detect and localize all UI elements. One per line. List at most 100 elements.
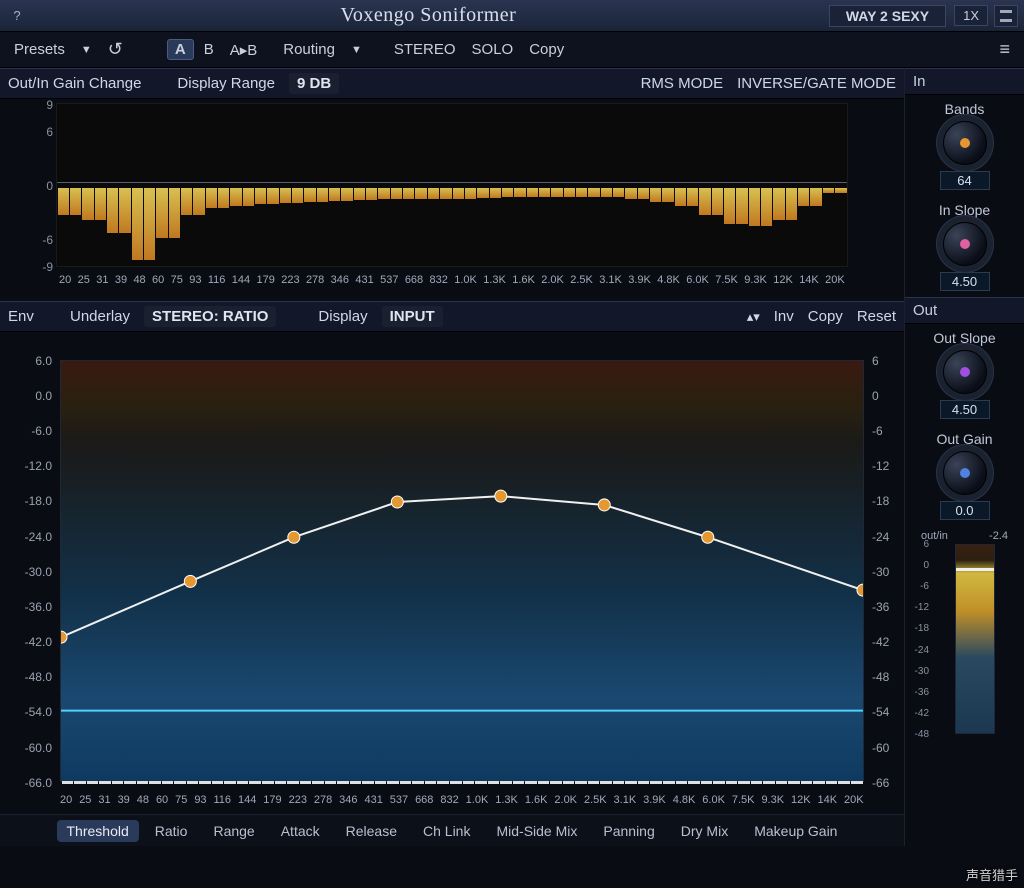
underlay-label: Underlay: [70, 308, 130, 325]
axis-tick: -36: [909, 687, 929, 698]
bands-knob[interactable]: [943, 121, 987, 165]
param-tab-makeup-gain[interactable]: Makeup Gain: [744, 820, 847, 842]
in-slope-label: In Slope: [905, 202, 1024, 218]
axis-tick: -18: [909, 623, 929, 634]
rms-mode-button[interactable]: RMS MODE: [641, 75, 724, 92]
axis-tick: 9.3K: [761, 794, 784, 806]
outin-value: -2.4: [989, 530, 1008, 542]
hamburger-icon[interactable]: ≡: [993, 37, 1016, 62]
axis-tick: 48: [133, 274, 145, 286]
out-gain-value[interactable]: 0.0: [940, 501, 990, 520]
preset-name[interactable]: WAY 2 SEXY: [829, 5, 946, 27]
solo-button[interactable]: SOLO: [466, 39, 520, 60]
env-copy-button[interactable]: Copy: [808, 308, 843, 325]
out-gain-knob[interactable]: [943, 451, 987, 495]
slot-b-button[interactable]: B: [198, 39, 220, 60]
axis-tick: 6: [872, 354, 904, 368]
inv-button[interactable]: Inv: [774, 308, 794, 325]
presets-menu[interactable]: Presets: [8, 39, 71, 60]
out-slope-value[interactable]: 4.50: [940, 400, 990, 419]
axis-tick: 31: [98, 794, 110, 806]
param-tab-release[interactable]: Release: [336, 820, 407, 842]
axis-tick: 6: [909, 539, 929, 550]
envelope-section: 6.00.0-6.0-12.0-18.0-24.0-30.0-36.0-42.0…: [0, 332, 904, 814]
axis-tick: 116: [208, 274, 226, 286]
stereo-button[interactable]: STEREO: [388, 39, 462, 60]
bands-knob-group: Bands 64: [905, 95, 1024, 196]
updown-icon[interactable]: ▴▾: [747, 309, 760, 325]
param-tab-threshold[interactable]: Threshold: [57, 820, 139, 842]
axis-tick: -36.0: [20, 600, 52, 614]
main-toolbar: Presets ▼ ↺ A B A▸B Routing ▼ STEREO SOL…: [0, 32, 1024, 68]
underlay-value[interactable]: STEREO: RATIO: [144, 306, 276, 327]
axis-tick: -24: [872, 530, 904, 544]
axis-tick: 278: [314, 794, 332, 806]
param-tab-ratio[interactable]: Ratio: [145, 820, 198, 842]
display-range-label: Display Range: [177, 75, 275, 92]
axis-tick: 832: [440, 794, 458, 806]
axis-tick: 537: [390, 794, 408, 806]
axis-tick: -6: [872, 424, 904, 438]
axis-tick: 20: [59, 274, 71, 286]
routing-menu[interactable]: Routing: [277, 39, 341, 60]
out-slope-label: Out Slope: [905, 330, 1024, 346]
axis-tick: 75: [175, 794, 187, 806]
out-slope-knob[interactable]: [943, 350, 987, 394]
gain-change-chart[interactable]: 960-6-9 20253139486075931161441792232783…: [56, 103, 848, 267]
axis-tick: 3.9K: [643, 794, 666, 806]
axis-tick: 0: [27, 179, 53, 193]
param-tab-range[interactable]: Range: [203, 820, 264, 842]
axis-tick: 20K: [825, 274, 845, 286]
bands-value[interactable]: 64: [940, 171, 990, 190]
axis-tick: -12: [872, 459, 904, 473]
axis-tick: 3.1K: [599, 274, 622, 286]
envelope-chart[interactable]: [60, 360, 864, 782]
title-bar: ? Voxengo Soniformer WAY 2 SEXY 1X: [0, 0, 1024, 32]
gain-header: Out/In Gain Change Display Range 9 DB RM…: [0, 68, 904, 99]
axis-tick: 6.0K: [702, 794, 725, 806]
axis-tick: -48: [909, 729, 929, 740]
axis-tick: 39: [118, 794, 130, 806]
param-tab-panning[interactable]: Panning: [593, 820, 664, 842]
axis-tick: 0: [909, 560, 929, 571]
display-range-value[interactable]: 9 DB: [289, 73, 339, 94]
copy-button[interactable]: Copy: [523, 39, 570, 60]
param-tab-mid-side-mix[interactable]: Mid-Side Mix: [486, 820, 587, 842]
axis-tick: -24.0: [20, 530, 52, 544]
oversample-button[interactable]: 1X: [954, 5, 988, 26]
in-slope-knob[interactable]: [943, 222, 987, 266]
param-tabs: Threshold RatioRange Attack Release Ch Link M…: [0, 814, 904, 846]
a-to-b-button[interactable]: A▸B: [224, 39, 264, 61]
param-tab-dry-mix[interactable]: Dry Mix: [671, 820, 738, 842]
bypass-icon[interactable]: [994, 5, 1018, 27]
inverse-mode-button[interactable]: INVERSE/GATE MODE: [737, 75, 896, 92]
axis-tick: -54.0: [20, 705, 52, 719]
axis-tick: -18: [872, 494, 904, 508]
reset-button[interactable]: Reset: [857, 308, 896, 325]
axis-tick: -12: [909, 602, 929, 613]
axis-tick: 7.5K: [732, 794, 755, 806]
display-value[interactable]: INPUT: [382, 306, 443, 327]
axis-tick: -24: [909, 645, 929, 656]
axis-tick: 14K: [799, 274, 819, 286]
undo-icon[interactable]: ↺: [102, 37, 129, 62]
axis-tick: 144: [238, 794, 256, 806]
in-slope-value[interactable]: 4.50: [940, 272, 990, 291]
axis-tick: 1.0K: [454, 274, 477, 286]
slot-a-button[interactable]: A: [167, 39, 194, 60]
axis-tick: -12.0: [20, 459, 52, 473]
chevron-down-icon[interactable]: ▼: [345, 42, 368, 58]
param-tab-attack[interactable]: Attack: [271, 820, 330, 842]
axis-tick: 832: [430, 274, 448, 286]
axis-tick: 7.5K: [715, 274, 738, 286]
out-slope-knob-group: Out Slope 4.50: [905, 324, 1024, 425]
axis-tick: 3.9K: [628, 274, 651, 286]
knob-dot-icon: [960, 367, 970, 377]
axis-tick: 346: [331, 274, 349, 286]
knob-dot-icon: [960, 239, 970, 249]
display-label: Display: [318, 308, 367, 325]
param-tab-ch-link[interactable]: Ch Link: [413, 820, 480, 842]
axis-tick: 9: [27, 98, 53, 112]
chevron-down-icon[interactable]: ▼: [75, 42, 98, 58]
help-button[interactable]: ?: [6, 5, 28, 27]
